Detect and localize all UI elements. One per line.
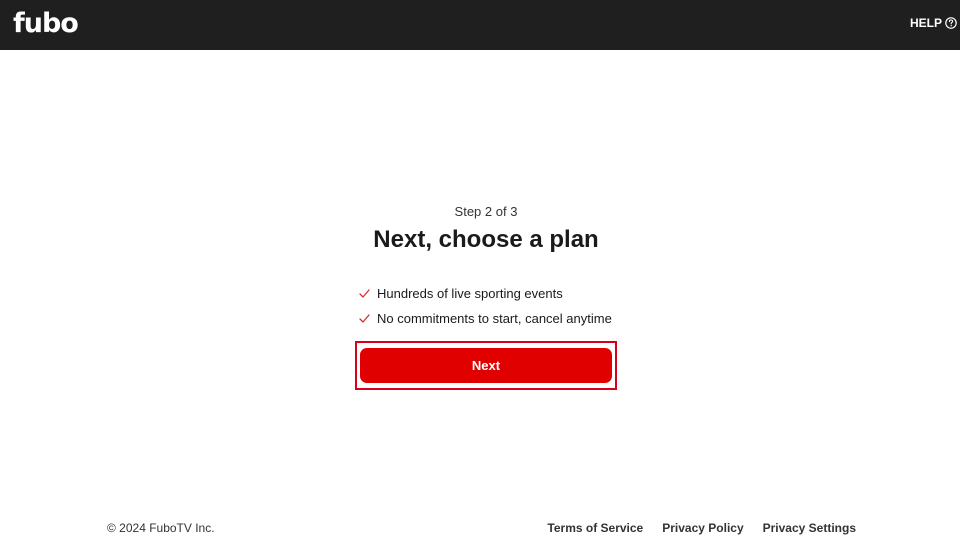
benefit-text: No commitments to start, cancel anytime (377, 311, 612, 326)
page-title: Next, choose a plan (373, 226, 599, 253)
plan-intro-section: Step 2 of 3 Next, choose a plan Hundreds… (0, 50, 960, 510)
privacy-policy-link[interactable]: Privacy Policy (662, 521, 743, 535)
help-link[interactable]: HELP (910, 16, 957, 30)
step-indicator: Step 2 of 3 (454, 204, 518, 219)
benefits-list: Hundreds of live sporting events No comm… (358, 281, 612, 331)
top-bar: fubo HELP (0, 0, 960, 50)
question-circle-icon (945, 17, 957, 29)
benefit-text: Hundreds of live sporting events (377, 286, 563, 301)
benefit-item: Hundreds of live sporting events (358, 281, 612, 306)
benefit-item: No commitments to start, cancel anytime (358, 306, 612, 331)
fubo-logo[interactable]: fubo (13, 8, 79, 40)
footer: © 2024 FuboTV Inc. Terms of Service Priv… (0, 510, 960, 544)
copyright: © 2024 FuboTV Inc. (107, 521, 215, 535)
next-button[interactable]: Next (360, 348, 612, 383)
help-label: HELP (909, 16, 942, 30)
footer-links: Terms of Service Privacy Policy Privacy … (547, 521, 856, 535)
privacy-settings-link[interactable]: Privacy Settings (763, 521, 856, 535)
terms-of-service-link[interactable]: Terms of Service (547, 521, 643, 535)
check-icon (359, 314, 370, 323)
check-icon (359, 289, 370, 298)
